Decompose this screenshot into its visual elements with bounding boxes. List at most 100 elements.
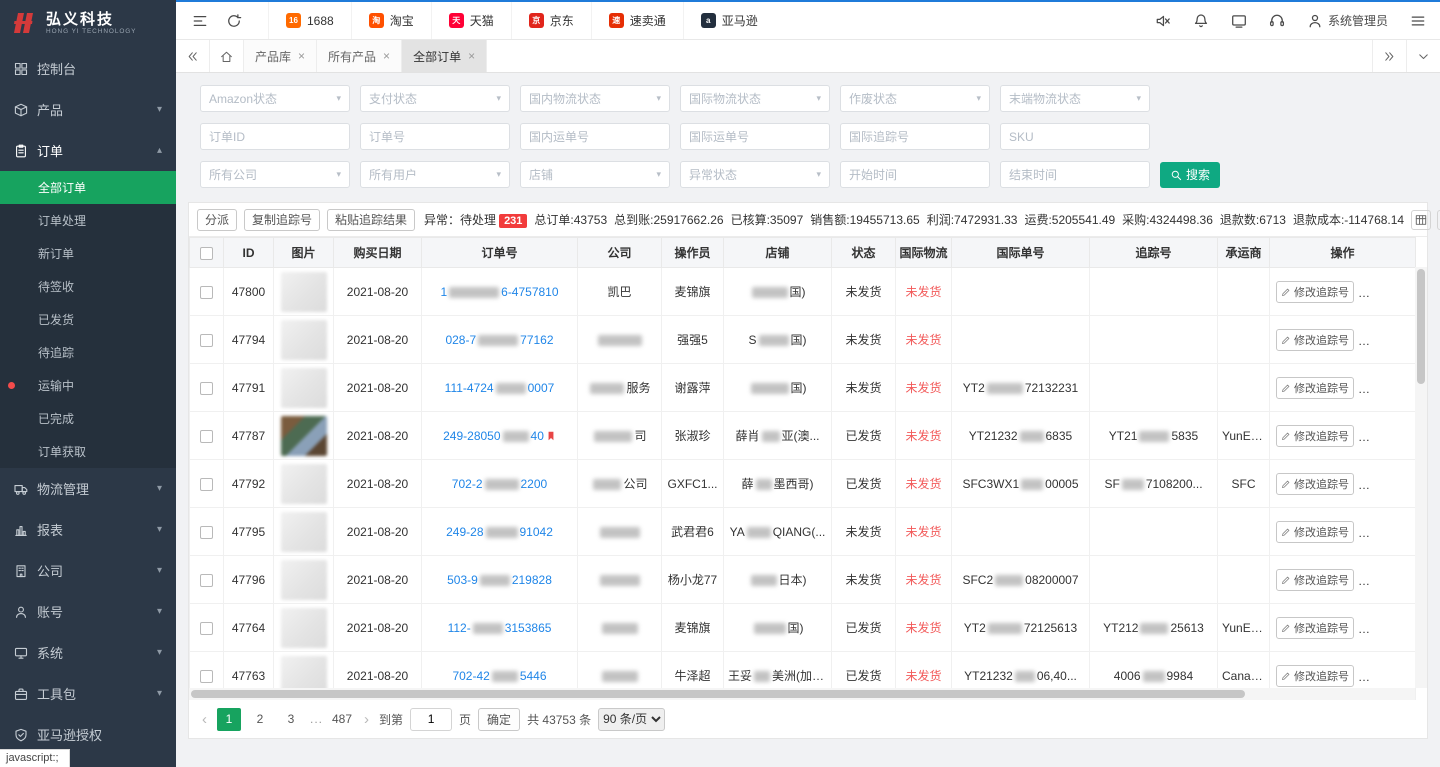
tab-home[interactable] [210, 40, 244, 72]
sidebar-subitem-shipped[interactable]: 已发货 [0, 303, 176, 336]
tabs-scroll-left[interactable] [176, 40, 210, 72]
filter-input-sku[interactable] [1000, 123, 1150, 150]
row-checkbox[interactable] [200, 286, 213, 299]
table-settings-icon[interactable] [1411, 210, 1431, 230]
edit-tracking-button[interactable]: 修改追踪号 [1276, 665, 1354, 687]
page-button-1[interactable]: 1 [217, 708, 241, 731]
filter-input-end-time[interactable] [1000, 161, 1150, 188]
tab-all-products[interactable]: 所有产品× [317, 40, 402, 72]
filter-select-last-mile-status[interactable]: 末端物流状态▾ [1000, 85, 1150, 112]
edit-tracking-button[interactable]: 修改追踪号 [1276, 425, 1354, 447]
filter-select-user[interactable]: 所有用户▾ [360, 161, 510, 188]
filter-select-exception-status[interactable]: 异常状态▾ [680, 161, 830, 188]
row-checkbox[interactable] [200, 334, 213, 347]
more-menu-icon[interactable] [1410, 13, 1426, 29]
row-checkbox[interactable] [200, 574, 213, 587]
sidebar-subitem-pending-receipt[interactable]: 待签收 [0, 270, 176, 303]
prev-page-button[interactable]: ‹ [199, 711, 210, 728]
page-size-select[interactable]: 90 条/页 [598, 708, 665, 731]
page-button-2[interactable]: 2 [248, 708, 272, 731]
sidebar-subitem-new-orders[interactable]: 新订单 [0, 237, 176, 270]
edit-tracking-button[interactable]: 修改追踪号 [1276, 281, 1354, 303]
filter-input-domestic-waybill-no[interactable] [520, 123, 670, 150]
search-button[interactable]: 搜索 [1160, 162, 1220, 188]
tab-all-orders[interactable]: 全部订单× [402, 40, 487, 72]
sidebar-item-logistics[interactable]: 物流管理▾ [0, 468, 176, 509]
sidebar-subitem-all-orders[interactable]: 全部订单 [0, 171, 176, 204]
service-icon[interactable] [1269, 13, 1285, 29]
horizontal-scroll-thumb[interactable] [191, 690, 1245, 698]
vertical-scroll-thumb[interactable] [1417, 269, 1425, 384]
admin-menu[interactable]: 系统管理员 [1307, 12, 1388, 29]
paste-tracking-result-button[interactable]: 粘贴追踪结果 [327, 209, 415, 231]
sidebar-item-accounts[interactable]: 账号▾ [0, 591, 176, 632]
filter-select-void-status[interactable]: 作废状态▾ [840, 85, 990, 112]
row-checkbox[interactable] [200, 622, 213, 635]
copy-tracking-button[interactable]: 复制追踪号 [244, 209, 320, 231]
sidebar-item-system[interactable]: 系统▾ [0, 632, 176, 673]
select-all-checkbox[interactable] [200, 247, 213, 260]
marketplace-link-amazon[interactable]: a亚马逊 [683, 2, 775, 39]
filter-select-company[interactable]: 所有公司▾ [200, 161, 350, 188]
tab-close-icon[interactable]: × [298, 49, 305, 63]
sidebar-item-toolkit[interactable]: 工具包▾ [0, 673, 176, 714]
sidebar-subitem-completed[interactable]: 已完成 [0, 402, 176, 435]
filter-input-order-no[interactable] [360, 123, 510, 150]
screenshot-icon[interactable] [1231, 13, 1247, 29]
announcement-icon[interactable] [1155, 13, 1171, 29]
tab-close-icon[interactable]: × [468, 49, 475, 63]
sidebar-subitem-pending-tracking[interactable]: 待追踪 [0, 336, 176, 369]
sidebar-subitem-order-processing[interactable]: 订单处理 [0, 204, 176, 237]
page-button-487[interactable]: 487 [330, 708, 354, 731]
order-number-link[interactable]: 028-777162 [445, 333, 553, 347]
order-number-link[interactable]: 503-9219828 [447, 573, 552, 587]
edit-tracking-button[interactable]: 修改追踪号 [1276, 521, 1354, 543]
horizontal-scrollbar[interactable] [189, 688, 1415, 700]
row-checkbox[interactable] [200, 670, 213, 683]
edit-tracking-button[interactable]: 修改追踪号 [1276, 473, 1354, 495]
edit-tracking-button[interactable]: 修改追踪号 [1276, 377, 1354, 399]
order-number-link[interactable]: 111-47240007 [445, 381, 555, 395]
sidebar-subitem-in-transit[interactable]: 运输中 [0, 369, 176, 402]
next-page-button[interactable]: › [361, 711, 372, 728]
marketplace-link-jd[interactable]: 京京东 [511, 2, 591, 39]
tab-product-library[interactable]: 产品库× [244, 40, 317, 72]
filter-input-start-time[interactable] [840, 161, 990, 188]
page-button-3[interactable]: 3 [279, 708, 303, 731]
order-number-link[interactable]: 249-2805040 [443, 429, 544, 443]
refresh-icon[interactable] [226, 13, 242, 29]
confirm-button[interactable]: 确定 [478, 708, 520, 731]
vertical-scrollbar[interactable] [1415, 267, 1427, 688]
collapse-menu-icon[interactable] [192, 13, 208, 29]
row-checkbox[interactable] [200, 430, 213, 443]
order-number-link[interactable]: 702-425446 [452, 669, 546, 683]
marketplace-link-1688[interactable]: 161688 [268, 2, 351, 39]
goto-page-input[interactable] [410, 708, 452, 731]
filter-select-intl-logistics-status[interactable]: 国际物流状态▾ [680, 85, 830, 112]
dispatch-button[interactable]: 分派 [197, 209, 237, 231]
edit-tracking-button[interactable]: 修改追踪号 [1276, 569, 1354, 591]
order-number-link[interactable]: 112-3153865 [448, 621, 552, 635]
filter-select-amazon-status[interactable]: Amazon状态▾ [200, 85, 350, 112]
sidebar-subitem-order-fetch[interactable]: 订单获取 [0, 435, 176, 468]
notifications-icon[interactable] [1193, 13, 1209, 29]
marketplace-link-aliexpress[interactable]: 速速卖通 [591, 2, 683, 39]
tab-close-icon[interactable]: × [383, 49, 390, 63]
row-checkbox[interactable] [200, 382, 213, 395]
edit-tracking-button[interactable]: 修改追踪号 [1276, 329, 1354, 351]
sidebar-item-products[interactable]: 产品▾ [0, 89, 176, 130]
marketplace-link-taobao[interactable]: 淘淘宝 [351, 2, 431, 39]
sidebar-item-reports[interactable]: 报表▾ [0, 509, 176, 550]
marketplace-link-tmall[interactable]: 天天猫 [431, 2, 511, 39]
order-number-link[interactable]: 702-22200 [452, 477, 547, 491]
tabs-scroll-right[interactable] [1372, 40, 1406, 72]
edit-tracking-button[interactable]: 修改追踪号 [1276, 617, 1354, 639]
filter-input-intl-tracking-no[interactable] [840, 123, 990, 150]
order-number-link[interactable]: 249-2891042 [446, 525, 553, 539]
tabs-menu[interactable] [1406, 40, 1440, 72]
sidebar-item-console[interactable]: 控制台 [0, 48, 176, 89]
order-number-link[interactable]: 16-4757810 [440, 285, 558, 299]
sidebar-item-company[interactable]: 公司▾ [0, 550, 176, 591]
filter-select-store[interactable]: 店铺▾ [520, 161, 670, 188]
filter-input-intl-waybill-no[interactable] [680, 123, 830, 150]
